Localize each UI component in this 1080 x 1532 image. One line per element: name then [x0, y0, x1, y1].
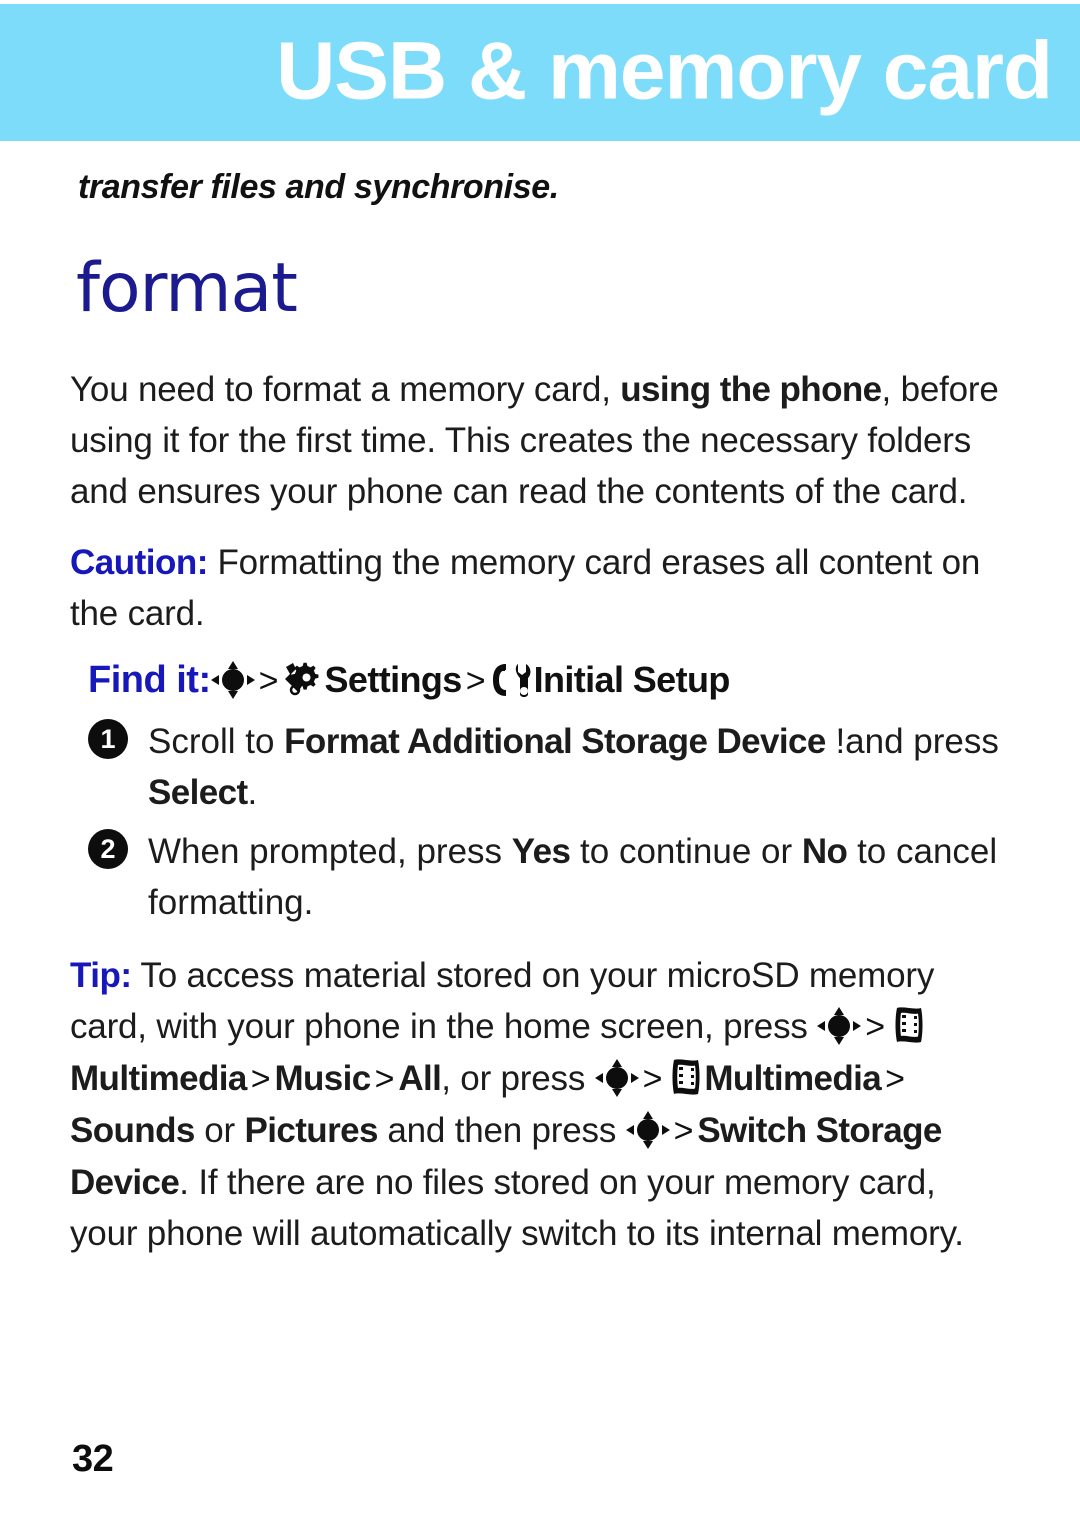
step-2-number: 2	[88, 829, 128, 869]
page-subtitle: transfer files and synchronise.	[78, 168, 559, 206]
step-1-post: .	[247, 773, 258, 812]
step-1-pre: Scroll to	[148, 722, 285, 761]
step-2-mid: to continue or	[570, 832, 802, 871]
section-heading: format	[76, 249, 298, 328]
page-number: 32	[72, 1438, 114, 1480]
intro-paragraph: You need to format a memory card, using …	[70, 364, 1010, 517]
tip-separator-1: >	[865, 1008, 885, 1046]
tip-text-1: To access material stored on your microS…	[70, 956, 935, 1046]
step-2-pre: When prompted, press	[148, 832, 512, 871]
step-1-key-select: Select	[148, 773, 248, 812]
step-1-menu-item: Format Additional Storage Device	[284, 722, 826, 761]
tip-separator-4: >	[642, 1060, 663, 1098]
caution-label: Caution:	[70, 543, 208, 582]
page-title: USB & memory card	[276, 24, 1053, 116]
multimedia-filmstrip-icon	[889, 1005, 927, 1045]
tip-label: Tip:	[70, 956, 132, 995]
step-2-key-yes: Yes	[511, 832, 571, 871]
initial-setup-phone-wrench-icon	[490, 661, 534, 699]
tip-menu-all: All	[398, 1059, 442, 1098]
dpad-navigation-icon	[817, 1007, 862, 1045]
tip-separator-3: >	[374, 1060, 395, 1098]
step-1-number: 1	[88, 719, 128, 759]
tip-text-4: and then press	[377, 1111, 626, 1150]
step-2: 2 When prompted, press Yes to continue or…	[70, 826, 1010, 928]
dpad-navigation-icon	[594, 1059, 639, 1097]
tip-text-5: . If there are no files stored on your m…	[70, 1163, 964, 1253]
tip-menu-multimedia-2: Multimedia	[704, 1059, 882, 1098]
settings-label: Settings	[324, 659, 462, 700]
page-header-banner: USB & memory card	[0, 4, 1080, 141]
find-it-separator-2: >	[465, 662, 486, 700]
tip-menu-music: Music	[274, 1059, 371, 1098]
find-it-label: Find it:	[88, 659, 211, 701]
find-it-line: Find it: > Settings > Initial Setup	[88, 653, 1010, 708]
tip-menu-sounds: Sounds	[70, 1111, 195, 1150]
find-it-separator-1: >	[258, 662, 279, 700]
dpad-navigation-icon	[210, 661, 255, 699]
tip-separator-2: >	[250, 1060, 271, 1098]
settings-wrench-gear-icon	[282, 661, 324, 699]
initial-setup-label: Initial Setup	[533, 659, 731, 700]
caution-paragraph: Caution: Formatting the memory card eras…	[70, 537, 1010, 639]
multimedia-filmstrip-icon	[666, 1057, 704, 1097]
tip-menu-multimedia: Multimedia	[70, 1059, 247, 1098]
tip-separator-5: >	[885, 1060, 905, 1098]
page-content: You need to format a memory card, using …	[70, 364, 1010, 1279]
tip-separator-6: >	[673, 1112, 694, 1150]
tip-text-2: , or press	[441, 1059, 595, 1098]
step-1-mid: !and press	[825, 722, 999, 761]
tip-text-3: or	[194, 1111, 245, 1150]
dpad-navigation-icon	[625, 1111, 670, 1149]
intro-bold-using-the-phone: using the phone	[620, 370, 882, 409]
step-1: 1 Scroll to Format Additional Storage Dev…	[70, 716, 1010, 818]
step-2-key-no: No	[801, 832, 848, 871]
intro-text-part1: You need to format a memory card,	[70, 370, 621, 409]
tip-menu-pictures: Pictures	[244, 1111, 379, 1150]
tip-paragraph: Tip: To access material stored on your m…	[70, 950, 1010, 1259]
